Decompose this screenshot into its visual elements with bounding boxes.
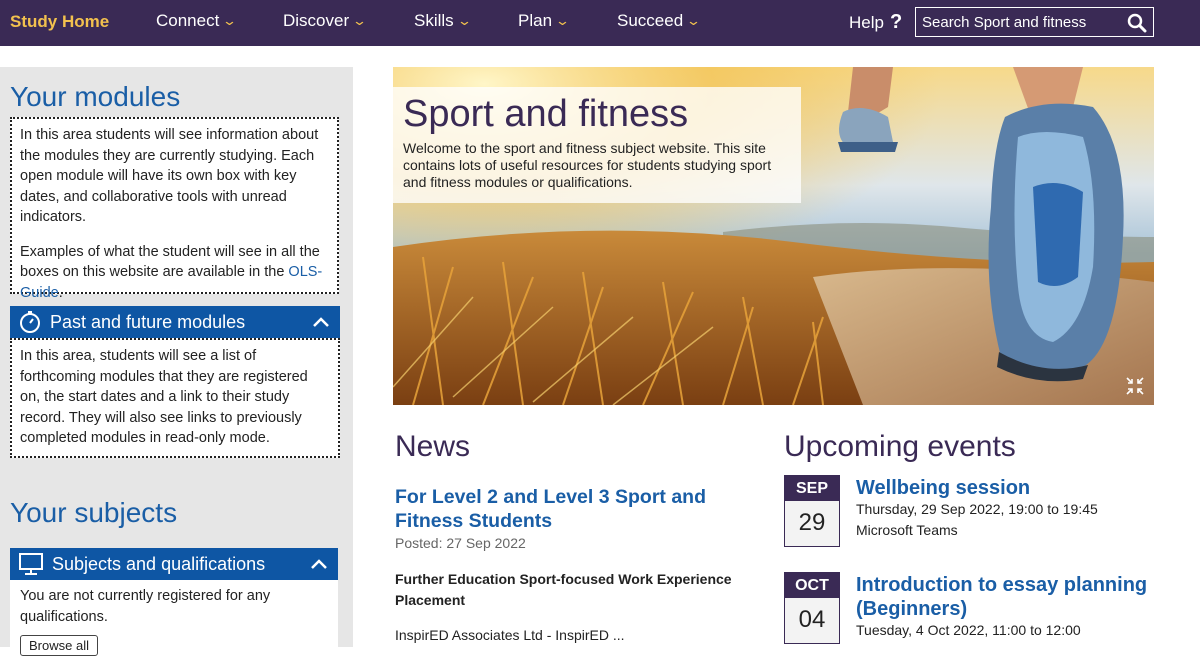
event-month: OCT <box>785 573 839 598</box>
question-mark-icon: ? <box>889 11 903 33</box>
nav-succeed-label: Succeed <box>617 11 684 30</box>
nav-connect-label: Connect <box>156 11 220 30</box>
your-modules-heading: Your modules <box>10 81 181 112</box>
news-posted-date: Posted: 27 Sep 2022 <box>395 535 526 551</box>
nav-plan[interactable]: Plan ⌄ <box>518 11 571 31</box>
hero-banner: Sport and fitness Welcome to the sport a… <box>393 67 1154 405</box>
modules-info-text: In this area students will see informati… <box>20 127 319 225</box>
past-future-modules-header[interactable]: Past and future modules <box>10 306 340 338</box>
monitor-icon <box>19 553 43 575</box>
stopwatch-icon <box>20 311 40 333</box>
study-home-link[interactable]: Study Home <box>10 12 109 32</box>
event-date-badge: SEP 29 <box>784 475 840 547</box>
chevron-down-icon: ⌄ <box>222 13 238 28</box>
nav-discover-label: Discover <box>283 11 350 30</box>
help-label: Help <box>849 12 884 32</box>
event-month: SEP <box>785 476 839 501</box>
past-future-modules-title: Past and future modules <box>50 311 246 332</box>
news-snippet: InspirED Associates Ltd - InspirED ... <box>395 627 625 643</box>
event-date-badge: OCT 04 <box>784 572 840 644</box>
chevron-down-icon: ⌄ <box>456 13 472 28</box>
your-subjects-heading: Your subjects <box>10 497 178 528</box>
news-subtitle: Further Education Sport-focused Work Exp… <box>395 571 732 608</box>
chevron-up-icon[interactable] <box>310 555 328 573</box>
event-title-link[interactable]: Introduction to essay planning (Beginner… <box>856 573 1176 621</box>
hero-description: Welcome to the sport and fitness subject… <box>403 140 772 190</box>
nav-connect[interactable]: Connect ⌄ <box>156 11 238 31</box>
chevron-down-icon: ⌄ <box>351 13 368 28</box>
event-time: Tuesday, 4 Oct 2022, 11:00 to 12:00 <box>856 622 1081 638</box>
nav-skills[interactable]: Skills ⌄ <box>414 11 472 31</box>
search-icon[interactable] <box>1127 13 1147 33</box>
event-title-link[interactable]: Wellbeing session <box>856 476 1030 500</box>
upcoming-events-heading: Upcoming events <box>784 430 1016 463</box>
hero-text-panel: Sport and fitness Welcome to the sport a… <box>393 87 801 203</box>
chevron-down-icon: ⌄ <box>554 13 571 28</box>
collapse-arrows-icon[interactable] <box>1126 377 1144 395</box>
help-link[interactable]: Help ? <box>849 11 902 34</box>
chevron-up-icon[interactable] <box>312 313 330 331</box>
nav-plan-label: Plan <box>518 11 553 30</box>
event-day: 04 <box>798 606 826 633</box>
news-heading: News <box>395 430 471 463</box>
nav-succeed[interactable]: Succeed ⌄ <box>617 11 702 31</box>
search-box <box>915 7 1154 37</box>
event-day: 29 <box>798 509 826 536</box>
subjects-qualifications-title: Subjects and qualifications <box>52 553 266 574</box>
subjects-qualifications-box: You are not currently registered for any… <box>10 580 338 656</box>
search-input[interactable] <box>916 8 1121 36</box>
event-location: Microsoft Teams <box>856 522 958 538</box>
browse-all-button[interactable]: Browse all <box>20 635 98 656</box>
nav-discover[interactable]: Discover ⌄ <box>283 11 368 31</box>
subjects-qualifications-header[interactable]: Subjects and qualifications <box>10 548 338 580</box>
subjects-status-text: You are not currently registered for any… <box>20 588 271 625</box>
top-navigation: Study Home Connect ⌄ Discover ⌄ Skills ⌄… <box>0 0 1200 46</box>
past-future-modules-text: In this area, students will see a list o… <box>20 348 308 446</box>
modules-guide-suffix: . <box>58 284 63 301</box>
chevron-down-icon: ⌄ <box>685 13 702 28</box>
event-time: Thursday, 29 Sep 2022, 19:00 to 19:45 <box>856 501 1098 517</box>
past-future-modules-box: In this area, students will see a list o… <box>10 338 340 458</box>
modules-info-box: In this area students will see informati… <box>10 117 339 301</box>
nav-skills-label: Skills <box>414 11 454 30</box>
news-article-link[interactable]: For Level 2 and Level 3 Sport and Fitnes… <box>395 485 755 533</box>
modules-guide-prefix: Examples of what the student will see in… <box>20 243 320 281</box>
page-title: Sport and fitness <box>403 93 689 135</box>
modules-guide-text: Examples of what the student will see in… <box>20 242 329 304</box>
